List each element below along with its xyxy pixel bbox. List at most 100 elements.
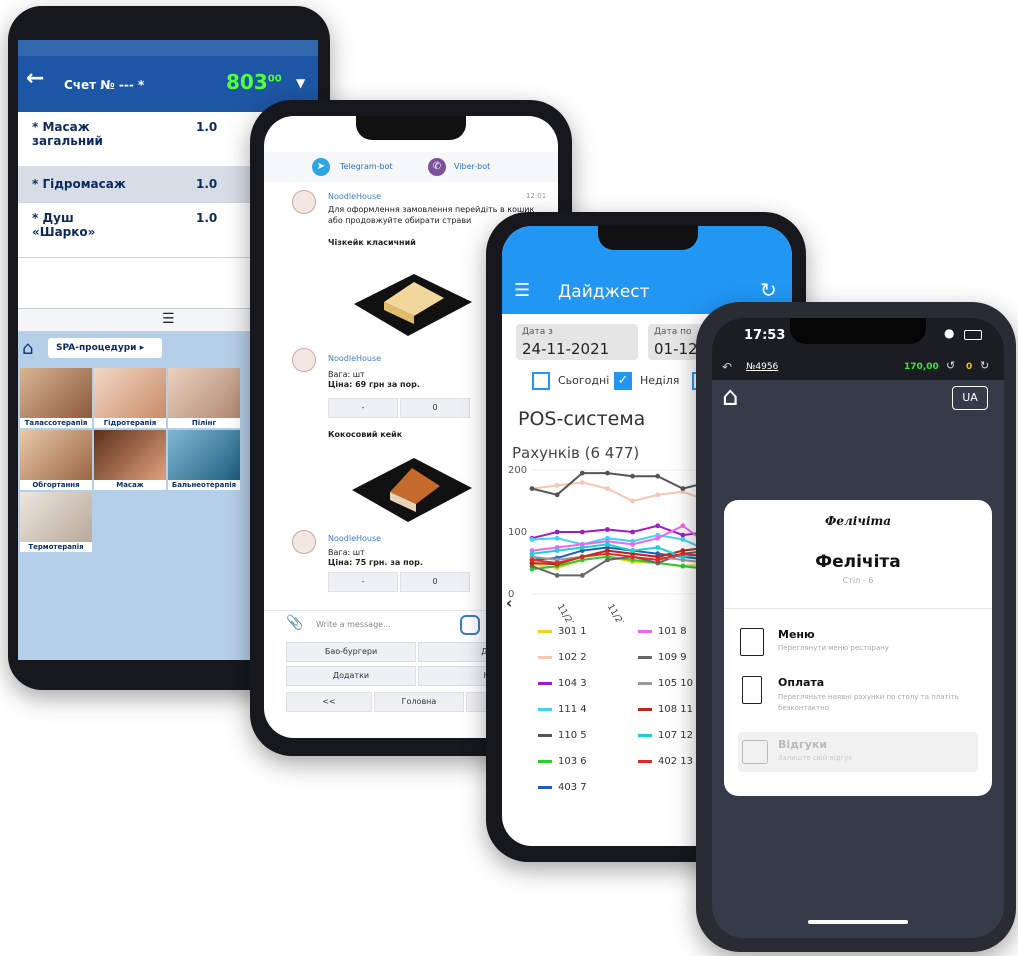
phone-2-notch bbox=[356, 116, 466, 140]
menu-handle-icon[interactable]: ☰ bbox=[162, 311, 175, 327]
legend-label: 105 10 bbox=[658, 678, 693, 689]
legend-item[interactable]: 108 11 bbox=[638, 704, 693, 715]
data-point bbox=[655, 535, 661, 541]
data-point bbox=[605, 527, 610, 532]
item-title: Кокосовий кейк bbox=[328, 430, 403, 439]
battery-icon bbox=[964, 330, 982, 340]
legend-swatch bbox=[538, 630, 552, 633]
legend-item[interactable]: 109 9 bbox=[638, 652, 687, 663]
data-point bbox=[630, 542, 635, 547]
chart-metric-title: Рахунків (6 477) bbox=[512, 444, 640, 462]
keyboard-icon[interactable] bbox=[460, 615, 480, 635]
message-input[interactable]: Write a message... bbox=[316, 620, 391, 629]
reviews-row[interactable]: Відгуки Залиште свій відгук bbox=[738, 732, 978, 772]
menu-row-subtitle: Переглянути меню ресторану bbox=[778, 644, 889, 652]
legend-label: 403 7 bbox=[558, 782, 587, 793]
legend-item[interactable]: 107 12 bbox=[638, 730, 693, 741]
data-point bbox=[680, 532, 686, 538]
reload-icon[interactable]: ↻ bbox=[980, 359, 989, 372]
attach-icon[interactable]: 📎 bbox=[286, 615, 303, 631]
legend-swatch bbox=[538, 682, 552, 685]
tile-thalasso[interactable]: Талассотерапія bbox=[20, 368, 92, 428]
bill-row-qty: 1.0 bbox=[196, 120, 218, 134]
section-title: POS-система bbox=[518, 408, 646, 430]
legend-label: 101 8 bbox=[658, 626, 687, 637]
date-from-field[interactable]: Дата з 24-11-2021 bbox=[516, 324, 638, 360]
data-point bbox=[554, 548, 560, 553]
data-point bbox=[554, 529, 560, 535]
home-icon[interactable]: ⌂ bbox=[22, 338, 33, 359]
qty-value: 0 bbox=[400, 572, 470, 592]
tab-telegram[interactable]: Telegram-bot bbox=[340, 162, 393, 171]
status-bar: 17:53 ● bbox=[712, 318, 1004, 358]
menu-button-addons[interactable]: Додатки bbox=[286, 666, 416, 686]
legend-item[interactable]: 111 4 bbox=[538, 704, 587, 715]
qty-minus-button[interactable]: - bbox=[328, 398, 398, 418]
legend-item[interactable]: 110 5 bbox=[538, 730, 587, 741]
data-point bbox=[680, 537, 686, 542]
legend-item[interactable]: 402 13 bbox=[638, 756, 693, 767]
tile-massage[interactable]: Масаж bbox=[94, 430, 166, 490]
legend-item[interactable]: 301 1 bbox=[538, 626, 587, 637]
refresh-icon[interactable]: ↺ bbox=[946, 359, 955, 372]
back-icon[interactable]: ↶ bbox=[722, 360, 732, 374]
category-crumb-label: SPA-процедури bbox=[56, 343, 137, 353]
item-weight: Вага: шт bbox=[328, 370, 365, 379]
chart-scroll-left-icon[interactable]: ‹ bbox=[506, 594, 512, 612]
x-tick-label: 11/25 bbox=[555, 603, 577, 623]
checkbox-today[interactable] bbox=[532, 372, 550, 390]
tile-label: Пілінг bbox=[168, 418, 240, 428]
data-point bbox=[554, 560, 560, 566]
legend-label: 104 3 bbox=[558, 678, 587, 689]
restaurant-name: Фелічіта bbox=[815, 552, 901, 572]
appbar: ☰ Дайджест ↻ bbox=[502, 226, 792, 314]
category-crumb[interactable]: SPA-процедури ▸ bbox=[48, 338, 162, 358]
card-divider bbox=[724, 608, 992, 609]
tile-thermo[interactable]: Термотерапія bbox=[20, 492, 92, 552]
legend-item[interactable]: 102 2 bbox=[538, 652, 587, 663]
data-point bbox=[680, 486, 686, 491]
checkbox-week[interactable]: ✓ bbox=[614, 372, 632, 390]
tile-wrap[interactable]: Обгортання bbox=[20, 430, 92, 490]
status-time: 17:53 bbox=[744, 328, 786, 343]
home-icon[interactable]: ⌂ bbox=[722, 382, 739, 412]
payment-row[interactable]: Оплата Перегляньте наявні рахунки по сто… bbox=[740, 676, 972, 716]
table-label: Стіл - 6 bbox=[842, 576, 874, 585]
hamburger-icon[interactable]: ☰ bbox=[514, 280, 530, 301]
order-number[interactable]: №4956 bbox=[746, 362, 778, 372]
back-button[interactable]: << bbox=[286, 692, 372, 712]
data-point bbox=[529, 551, 535, 557]
back-arrow-icon[interactable]: ← bbox=[26, 66, 44, 91]
legend-item[interactable]: 103 6 bbox=[538, 756, 587, 767]
tile-balneo[interactable]: Бальнеотерапія bbox=[168, 430, 240, 490]
refresh-icon[interactable]: ↻ bbox=[760, 278, 777, 302]
legend-swatch bbox=[538, 760, 552, 763]
legend-label: 110 5 bbox=[558, 730, 587, 741]
tile-hydro[interactable]: Гідротерапія bbox=[94, 368, 166, 428]
coconut-cake-svg bbox=[352, 458, 472, 522]
dropdown-caret-icon[interactable]: ▼ bbox=[296, 76, 305, 90]
menu-button-bao[interactable]: Бао-бургери bbox=[286, 642, 416, 662]
tab-viber[interactable]: Viber-bot bbox=[454, 162, 490, 171]
tile-image bbox=[168, 430, 240, 480]
legend-item[interactable]: 104 3 bbox=[538, 678, 587, 689]
legend-item[interactable]: 403 7 bbox=[538, 782, 587, 793]
legend-label: 107 12 bbox=[658, 730, 693, 741]
legend-item[interactable]: 101 8 bbox=[638, 626, 687, 637]
language-button[interactable]: UA bbox=[952, 386, 988, 410]
qty-minus-button[interactable]: - bbox=[328, 572, 398, 592]
tile-peeling[interactable]: Пілінг bbox=[168, 368, 240, 428]
data-point bbox=[605, 557, 610, 563]
legend-item[interactable]: 105 10 bbox=[638, 678, 693, 689]
legend-label: 108 11 bbox=[658, 704, 693, 715]
data-point bbox=[554, 535, 560, 541]
bill-icon bbox=[742, 676, 762, 704]
appbar-title: Дайджест bbox=[558, 282, 650, 302]
menu-row[interactable]: Меню Переглянути меню ресторану bbox=[740, 628, 972, 662]
home-button[interactable]: Головна bbox=[374, 692, 464, 712]
data-point bbox=[680, 551, 686, 557]
legend-label: 109 9 bbox=[658, 652, 687, 663]
tile-label: Талассотерапія bbox=[20, 418, 92, 428]
bill-title: Счет № --- * bbox=[64, 78, 145, 92]
home-indicator[interactable] bbox=[808, 920, 908, 924]
